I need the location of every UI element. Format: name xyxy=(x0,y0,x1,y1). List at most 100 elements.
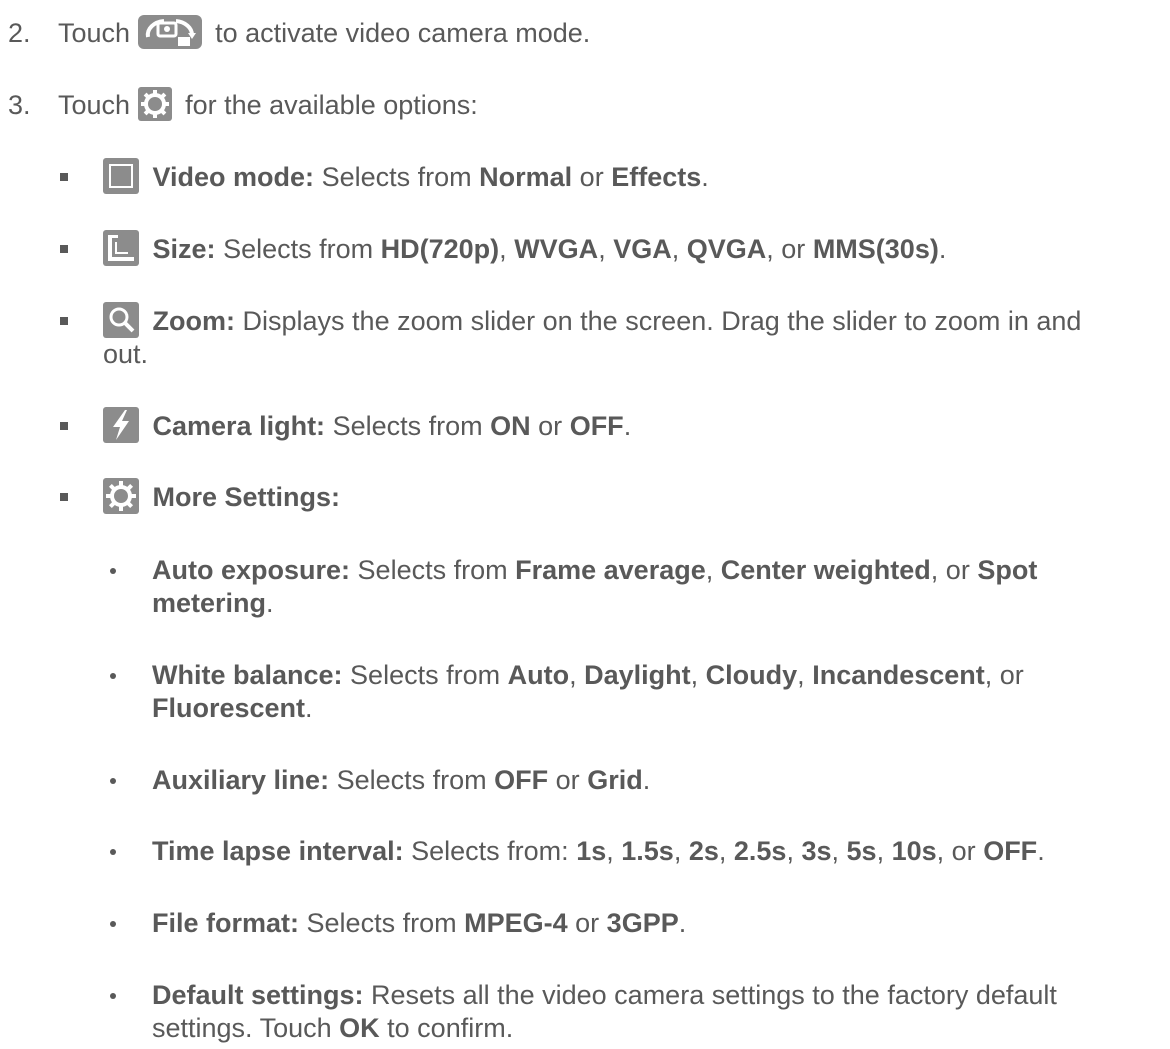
size-corner-icon xyxy=(103,229,139,266)
punct: , or xyxy=(930,555,970,585)
dot-bullet xyxy=(110,673,116,679)
punct: . xyxy=(623,411,632,441)
setting-text: or xyxy=(555,765,580,795)
square-bullet xyxy=(60,317,68,325)
setting-text: Selects from: xyxy=(411,836,569,866)
setting-default-settings-continued: settings. Touch OK to confirm. xyxy=(152,1011,513,1045)
option-zoom-continued: out. xyxy=(103,337,148,371)
square-bullet xyxy=(60,245,68,253)
punct: . xyxy=(1037,836,1045,866)
setting-value: 5s xyxy=(846,836,877,866)
setting-value: metering xyxy=(152,588,267,618)
square-bullet xyxy=(60,493,68,501)
step-number: 2. xyxy=(8,18,31,48)
option-value: QVGA xyxy=(686,234,767,264)
setting-value: 3s xyxy=(801,836,832,866)
option-value: MMS(30s) xyxy=(812,234,939,264)
setting-value: 1s xyxy=(576,836,607,866)
setting-value: Frame average xyxy=(515,555,706,585)
punct: . xyxy=(938,234,947,264)
setting-value: Fluorescent xyxy=(152,693,306,723)
option-value: WVGA xyxy=(514,234,599,264)
setting-value: OFF xyxy=(494,765,549,795)
setting-value: Daylight xyxy=(584,660,691,690)
setting-text: to confirm. xyxy=(387,1013,514,1043)
setting-value: Grid xyxy=(587,765,643,795)
setting-label: Time lapse interval: xyxy=(152,836,404,866)
option-label: Zoom: xyxy=(152,306,235,336)
option-text: or xyxy=(579,162,604,192)
step-text-pre: Touch xyxy=(58,90,131,120)
setting-value: Center weighted xyxy=(720,555,931,585)
setting-value: OFF xyxy=(983,836,1038,866)
setting-label: File format: xyxy=(152,908,300,938)
flash-icon xyxy=(103,406,139,443)
option-text: Displays the zoom slider on the screen. … xyxy=(242,306,1082,336)
punct: . xyxy=(266,588,274,618)
option-label: Camera light: xyxy=(152,411,326,441)
option-label: Size: xyxy=(152,234,216,264)
dot-bullet xyxy=(110,993,116,999)
setting-value: 3GPP xyxy=(606,908,679,938)
setting-text: Selects from xyxy=(306,908,457,938)
punct: , or xyxy=(766,234,806,264)
setting-text: Selects from xyxy=(336,765,487,795)
setting-value: 2.5s xyxy=(733,836,787,866)
setting-text: Selects from xyxy=(357,555,508,585)
setting-value: 2s xyxy=(688,836,719,866)
square-bullet xyxy=(60,173,68,181)
dot-bullet xyxy=(110,568,116,574)
setting-text: settings. Touch xyxy=(152,1013,332,1043)
setting-value: 1.5s xyxy=(621,836,674,866)
step-text-post: for the available options: xyxy=(185,90,478,120)
option-text: out. xyxy=(103,339,149,369)
option-label: Video mode: xyxy=(152,162,315,192)
option-text: or xyxy=(538,411,563,441)
option-value: Normal xyxy=(479,162,573,192)
square-frame-icon xyxy=(103,157,139,194)
punct: . xyxy=(642,765,651,795)
punct: . xyxy=(678,908,687,938)
option-text: Selects from xyxy=(321,162,472,192)
dot-bullet xyxy=(110,778,116,784)
setting-value: OK xyxy=(339,1013,380,1043)
dot-bullet xyxy=(110,921,116,927)
gear-icon xyxy=(137,86,172,121)
square-bullet xyxy=(60,422,68,430)
setting-label: Auxiliary line: xyxy=(152,765,330,795)
setting-label: Auto exposure: xyxy=(152,555,351,585)
punct: , xyxy=(690,660,699,690)
setting-auto-exposure-continued: metering. xyxy=(152,586,274,620)
setting-value: Incandescent xyxy=(812,660,985,690)
punct: , xyxy=(705,555,714,585)
step-text-pre: Touch xyxy=(58,18,131,48)
setting-white-balance-continued: Fluorescent. xyxy=(152,691,313,725)
option-value: OFF xyxy=(569,411,624,441)
option-text: Selects from xyxy=(332,411,483,441)
setting-value: Spot xyxy=(977,555,1038,585)
setting-value: Auto xyxy=(507,660,570,690)
punct: , xyxy=(797,660,805,690)
dot-bullet xyxy=(110,849,116,855)
setting-label: Default settings: xyxy=(152,980,364,1010)
option-value: Effects xyxy=(611,162,702,192)
punct: . xyxy=(701,162,709,192)
setting-text: or xyxy=(575,908,600,938)
punct: , or xyxy=(936,836,976,866)
punct: , xyxy=(671,234,680,264)
option-value: HD(720p) xyxy=(380,234,500,264)
setting-text: Resets all the video camera settings to … xyxy=(371,980,1057,1010)
setting-label: White balance: xyxy=(152,660,343,690)
setting-value: Cloudy xyxy=(705,660,798,690)
setting-text: Selects from xyxy=(350,660,501,690)
option-text: Selects from xyxy=(223,234,374,264)
punct: , xyxy=(499,234,507,264)
punct: , xyxy=(569,660,577,690)
punct: . xyxy=(305,693,313,723)
setting-value: MPEG-4 xyxy=(464,908,568,938)
step-text-post: to activate video camera mode. xyxy=(215,18,591,48)
option-value: VGA xyxy=(613,234,672,264)
step-number: 3. xyxy=(8,90,31,120)
punct: , or xyxy=(984,660,1024,690)
option-value: ON xyxy=(490,411,531,441)
